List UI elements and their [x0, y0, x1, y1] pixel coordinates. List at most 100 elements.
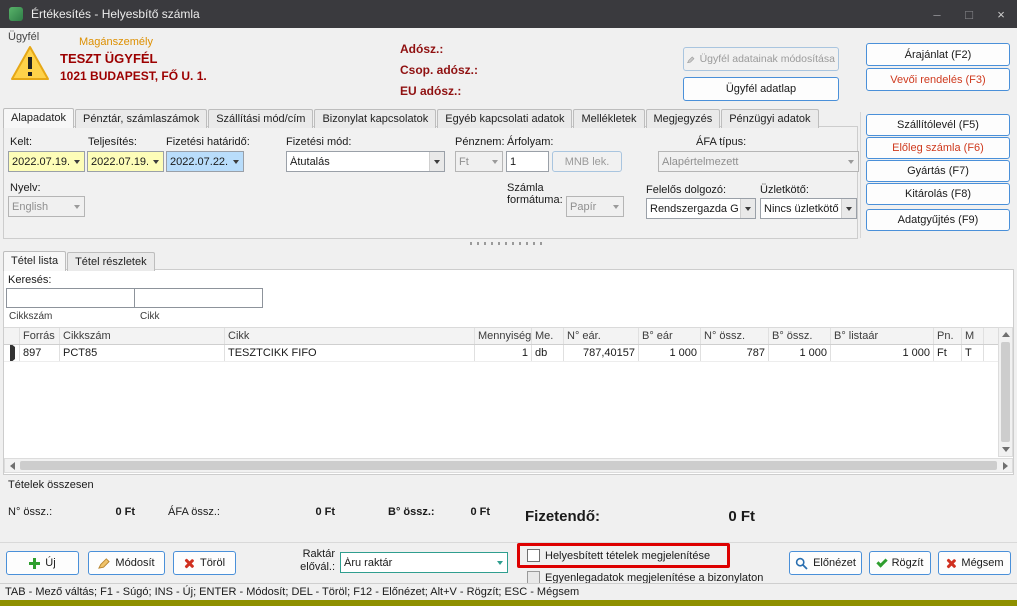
cell-m: T	[962, 345, 984, 361]
column-b-ossz[interactable]: B° össz.	[769, 328, 831, 344]
column-b-ear[interactable]: B° eár	[639, 328, 701, 344]
column-pn[interactable]: Pn.	[934, 328, 962, 344]
mnb-lekerdezes-button[interactable]: MNB lek.	[552, 151, 622, 172]
splitter-handle[interactable]	[470, 242, 545, 245]
tab-bizonylat-kapcsolatok[interactable]: Bizonylat kapcsolatok	[314, 109, 436, 128]
customer-type-label: Magánszemély	[79, 36, 153, 48]
column-mennyiseg[interactable]: Mennyiség	[475, 328, 532, 344]
maximize-button[interactable]: □	[953, 0, 985, 28]
vertical-scroll-thumb[interactable]	[1001, 342, 1010, 442]
customer-order-button[interactable]: Vevői rendelés (F3)	[866, 68, 1010, 91]
chevron-down-icon	[841, 199, 856, 218]
plus-icon	[29, 558, 40, 569]
penznem-select: Ft	[455, 151, 503, 172]
raktar-select[interactable]: Áru raktár	[340, 552, 508, 573]
afa-ossz-value: 0 Ft	[285, 506, 335, 518]
cancel-button[interactable]: Mégsem	[938, 551, 1011, 575]
magnifier-icon	[795, 557, 808, 570]
production-button[interactable]: Gyártás (F7)	[866, 160, 1010, 182]
scroll-up-icon[interactable]	[999, 328, 1013, 341]
hatarido-date-select[interactable]: 2022.07.22.	[166, 151, 244, 172]
chevron-down-icon	[69, 152, 84, 171]
tab-penztar-szamlaszamok[interactable]: Pénztár, számlaszámok	[75, 109, 207, 128]
chevron-down-icon	[148, 152, 163, 171]
arfolyam-input[interactable]: 1	[506, 151, 549, 172]
annotation-highlight-box	[517, 543, 730, 568]
customer-datasheet-button[interactable]: Ügyfél adatlap	[683, 77, 839, 101]
scroll-left-icon[interactable]	[5, 459, 19, 472]
customer-name: TESZT ÜGYFÉL	[60, 51, 158, 66]
search-cikk-input[interactable]	[134, 288, 263, 308]
fizetendo-value: 0 Ft	[640, 508, 755, 525]
new-item-button[interactable]: Új	[6, 551, 79, 575]
delete-item-button[interactable]: Töröl	[173, 551, 236, 575]
window-title: Értékesítés - Helyesbítő számla	[31, 7, 200, 21]
cell-b-ear: 1 000	[639, 345, 701, 361]
advance-invoice-button[interactable]: Előleg számla (F6)	[866, 137, 1010, 159]
column-cikk[interactable]: Cikk	[225, 328, 475, 344]
column-forras[interactable]: Forrás	[20, 328, 60, 344]
items-tabstrip: Tétel lista Tétel részletek	[3, 251, 156, 271]
horizontal-scrollbar[interactable]	[4, 458, 1013, 473]
tab-penzugyi-adatok[interactable]: Pénzügyi adatok	[721, 109, 818, 128]
table-row[interactable]: 897 PCT85 TESZTCIKK FIFO 1 db 787,40157 …	[4, 345, 998, 362]
column-b-listaar[interactable]: B° listaár	[831, 328, 934, 344]
szamla-formatum-select: Papír	[566, 196, 624, 217]
cell-n-ear: 787,40157	[564, 345, 639, 361]
cell-me: db	[532, 345, 564, 361]
tab-tetel-lista[interactable]: Tétel lista	[3, 251, 66, 271]
bottom-divider	[0, 542, 1017, 543]
column-n-ear[interactable]: N° eár.	[564, 328, 639, 344]
minimize-button[interactable]: –	[921, 0, 953, 28]
tab-alapadatok[interactable]: Alapadatok	[3, 108, 74, 128]
close-button[interactable]: ×	[985, 0, 1017, 28]
chevron-down-icon	[487, 152, 502, 171]
b-ossz-value: 0 Ft	[440, 506, 490, 518]
cell-cikk: TESZTCIKK FIFO	[225, 345, 475, 361]
row-indicator-column	[4, 328, 20, 344]
horizontal-scroll-thumb[interactable]	[20, 461, 997, 470]
pencil-icon	[98, 557, 110, 569]
n-ossz-label: N° össz.:	[8, 506, 52, 518]
tab-megjegyzes[interactable]: Megjegyzés	[646, 109, 721, 128]
chevron-down-icon	[492, 553, 507, 572]
raktar-eloval-label-1: Raktár	[282, 548, 335, 560]
quote-button[interactable]: Árajánlat (F2)	[866, 43, 1010, 66]
preview-button[interactable]: Előnézet	[789, 551, 862, 575]
delivery-note-button[interactable]: Szállítólevél (F5)	[866, 114, 1010, 136]
n-ossz-value: 0 Ft	[85, 506, 135, 518]
scroll-down-icon[interactable]	[999, 443, 1013, 456]
uzletkoto-label: Üzletkötő:	[760, 184, 809, 196]
column-cikkszam[interactable]: Cikkszám	[60, 328, 225, 344]
kelt-date-select[interactable]: 2022.07.19.	[8, 151, 85, 172]
fizetesi-mod-select[interactable]: Átutalás	[286, 151, 445, 172]
tab-mellekletek[interactable]: Mellékletek	[573, 109, 644, 128]
search-cikkszam-input[interactable]	[6, 288, 135, 308]
save-button[interactable]: Rögzít	[869, 551, 931, 575]
uzletkoto-select[interactable]: Nincs üzletkötő	[760, 198, 857, 219]
cell-cikkszam: PCT85	[60, 345, 225, 361]
outbound-button[interactable]: Kitárolás (F8)	[866, 183, 1010, 205]
modify-item-button[interactable]: Módosít	[88, 551, 165, 575]
tab-egyeb-kapcsolati-adatok[interactable]: Egyéb kapcsolati adatok	[437, 109, 572, 128]
column-m[interactable]: M	[962, 328, 984, 344]
search-label: Keresés:	[8, 274, 51, 286]
hatarido-label: Fizetési határidő:	[166, 136, 250, 148]
cancel-x-icon	[945, 558, 956, 569]
scroll-right-icon[interactable]	[998, 459, 1012, 472]
modify-customer-button[interactable]: Ügyfél adatainak módosítása	[683, 47, 839, 71]
warning-icon	[10, 44, 50, 82]
teljesites-date-select[interactable]: 2022.07.19.	[87, 151, 164, 172]
cell-n-ossz: 787	[701, 345, 769, 361]
data-collection-button[interactable]: Adatgyűjtés (F9)	[866, 209, 1010, 231]
column-n-ossz[interactable]: N° össz.	[701, 328, 769, 344]
felelos-dolgozo-select[interactable]: Rendszergazda G	[646, 198, 756, 219]
afa-ossz-label: ÁFA össz.:	[168, 506, 220, 518]
column-me[interactable]: Me.	[532, 328, 564, 344]
fizetesi-mod-label: Fizetési mód:	[286, 136, 351, 148]
search-cikkszam-caption: Cikkszám	[9, 311, 52, 322]
eu-tax-number-label: EU adósz.:	[400, 84, 461, 98]
vertical-scrollbar[interactable]	[998, 327, 1013, 457]
tab-szallitasi-mod-cim[interactable]: Szállítási mód/cím	[208, 109, 313, 128]
tab-tetel-reszletek[interactable]: Tétel részletek	[67, 252, 155, 271]
